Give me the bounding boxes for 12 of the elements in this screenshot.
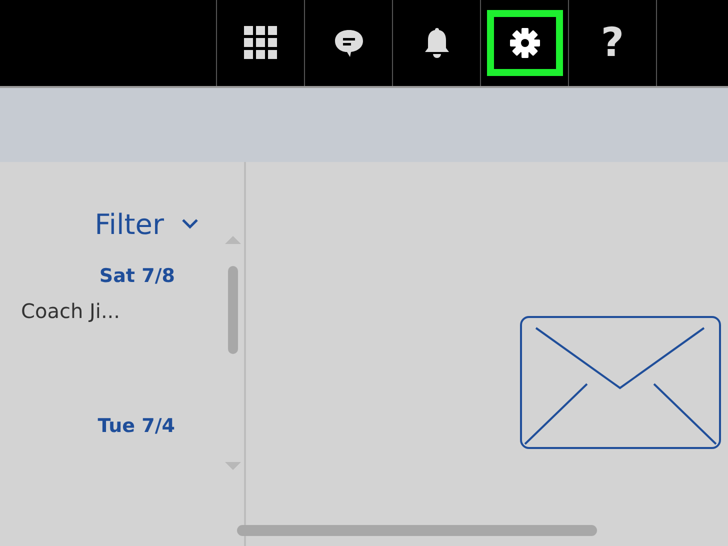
chevron-down-icon — [182, 219, 198, 229]
envelope-icon — [520, 316, 721, 449]
help-button[interactable]: ? — [574, 10, 650, 76]
settings-icon — [508, 26, 542, 60]
message-date: Sat 7/8 — [99, 265, 175, 287]
filter-button[interactable]: Filter — [94, 204, 198, 244]
settings-button[interactable] — [486, 10, 562, 76]
message-sender: Coach Ji... — [21, 299, 122, 323]
horizontal-scrollbar[interactable] — [237, 525, 597, 536]
message-item[interactable]: Tue 7/4 — [0, 378, 222, 528]
message-date: Tue 7/4 — [98, 415, 175, 437]
app-grid-icon — [244, 26, 278, 60]
